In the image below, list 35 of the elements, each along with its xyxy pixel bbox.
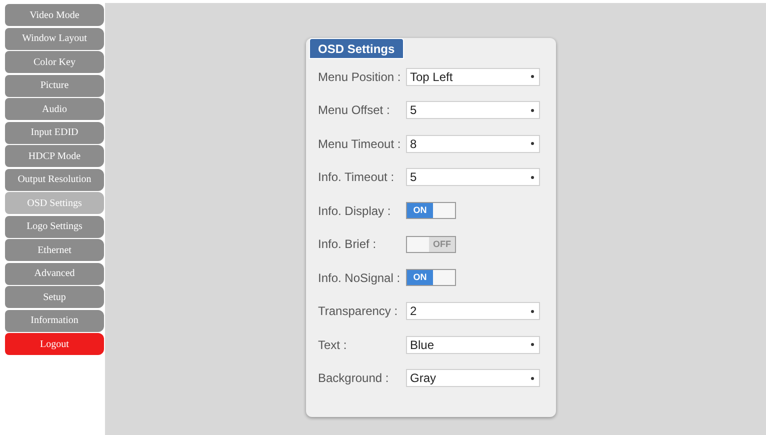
sidebar-item[interactable]: Audio (5, 98, 104, 120)
sidebar-item[interactable]: Advanced (5, 262, 104, 284)
field-label: Background : (318, 370, 390, 388)
toggle-switch[interactable]: OFF (406, 236, 456, 253)
dropdown-select[interactable]: Gray (406, 369, 540, 388)
dropdown-select[interactable]: 5 (406, 168, 540, 186)
field-label: Transparency : (318, 303, 399, 320)
field-label: Info. NoSignal : (318, 270, 402, 287)
field-label: Menu Position : (318, 68, 402, 86)
toggle-switch[interactable]: ON (406, 202, 456, 220)
sidebar-item[interactable]: Setup (5, 286, 104, 308)
sidebar-item[interactable]: Input EDID (5, 122, 104, 144)
sidebar-item[interactable]: Window Layout (5, 28, 104, 50)
dropdown-select[interactable]: Top Left (406, 68, 540, 86)
dropdown-select[interactable]: 5 (406, 101, 540, 120)
field-label: Info. Display : (318, 202, 392, 220)
sidebar-item[interactable]: Information (5, 310, 104, 332)
sidebar-item[interactable]: HDCP Mode (5, 145, 104, 167)
sidebar-item[interactable]: Picture (5, 74, 104, 96)
field-label: Info. Brief : (318, 236, 378, 254)
sidebar-item[interactable]: Output Resolution (5, 168, 104, 190)
sidebar-item[interactable]: Ethernet (5, 239, 104, 261)
sidebar-item[interactable]: OSD Settings (5, 192, 104, 214)
dropdown-select[interactable]: 2 (406, 302, 540, 320)
field-label: Info. Timeout : (318, 169, 396, 186)
field-label: Menu Offset : (318, 102, 391, 120)
dropdown-select[interactable]: Blue (406, 336, 540, 354)
field-label: Menu Timeout : (318, 136, 402, 153)
sidebar-item[interactable]: Video Mode (5, 4, 104, 26)
sidebar-item[interactable]: Logo Settings (5, 216, 104, 238)
logout-button[interactable]: Logout (5, 333, 104, 355)
dropdown-select[interactable]: 8 (406, 134, 540, 153)
sidebar-item[interactable]: Color Key (5, 51, 104, 73)
toggle-switch[interactable]: ON (406, 269, 456, 286)
field-label: Text : (318, 336, 348, 354)
